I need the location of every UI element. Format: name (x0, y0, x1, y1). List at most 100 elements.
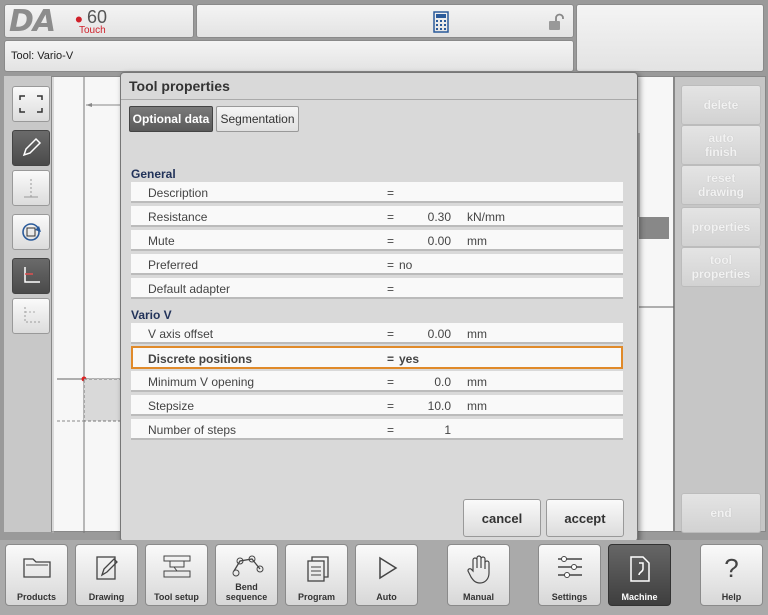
row-label: Number of steps (148, 423, 237, 437)
folder-icon (22, 553, 52, 584)
nav-machine[interactable]: Machine (608, 544, 671, 606)
tab-optional-data[interactable]: Optional data (129, 106, 213, 132)
reset-drawing-button[interactable]: reset drawing (681, 165, 761, 205)
row-equals: = (387, 210, 395, 224)
pencil-button[interactable] (12, 130, 50, 166)
row-equals: = (387, 352, 395, 366)
row-equals: = (387, 399, 395, 413)
row-discrete-positions[interactable]: Discrete positions = yes (131, 346, 623, 369)
row-unit: mm (467, 327, 487, 341)
pencil-icon (22, 137, 42, 157)
dimension-icon (24, 179, 38, 198)
logo-box: DA • 60 Touch (4, 4, 194, 39)
row-resistance[interactable]: Resistance = 0.30 kN/mm (131, 206, 623, 227)
zoom-fit-button[interactable] (12, 86, 50, 122)
settings-icon (554, 553, 586, 586)
nav-products[interactable]: Products (5, 544, 68, 606)
right-panel: delete auto finish reset drawing propert… (674, 76, 766, 533)
row-label: Resistance (148, 210, 208, 224)
row-number-of-steps[interactable]: Number of steps = 1 (131, 419, 623, 440)
row-default-adapter[interactable]: Default adapter = (131, 278, 623, 299)
row-minimum-v-opening[interactable]: Minimum V opening = 0.0 mm (131, 371, 623, 392)
title-box (196, 4, 574, 38)
nav-label: Program (297, 592, 335, 602)
row-label: Minimum V opening (148, 375, 255, 389)
row-equals: = (387, 234, 395, 248)
row-value: 1 (444, 423, 451, 437)
dialog-title-divider (121, 99, 637, 100)
row-value: 0.30 (427, 210, 451, 224)
row-preferred[interactable]: Preferred = no (131, 254, 623, 275)
tool-setup-icon (160, 553, 194, 586)
left-toolbar (4, 76, 52, 532)
nav-label: Manual (462, 592, 494, 602)
unlock-icon[interactable] (547, 13, 565, 36)
row-equals: = (387, 327, 395, 341)
nav-bend-sequence[interactable]: Bend sequence (215, 544, 278, 606)
row-equals: = (387, 258, 395, 272)
row-value: 0.00 (427, 234, 451, 248)
tool-properties-dialog: Tool properties Optional data Segmentati… (120, 72, 638, 542)
nav-help[interactable]: ? Help (700, 544, 763, 606)
nav-label: Machine (621, 592, 658, 602)
row-unit: kN/mm (467, 210, 505, 224)
calculator-icon[interactable] (433, 11, 449, 38)
row-label: Preferred (148, 258, 199, 272)
rotate-icon (22, 223, 41, 241)
axis-offset-button[interactable] (12, 298, 50, 334)
play-icon (372, 553, 402, 588)
row-label: Mute (148, 234, 175, 248)
tab-segmentation[interactable]: Segmentation (216, 106, 299, 132)
row-equals: = (387, 375, 395, 389)
row-value: yes (399, 352, 420, 366)
nav-manual[interactable]: Manual (447, 544, 510, 606)
rotate-button[interactable] (12, 214, 50, 250)
nav-program[interactable]: Program (285, 544, 348, 606)
nav-label: Tool setup (154, 592, 199, 602)
row-mute[interactable]: Mute = 0.00 mm (131, 230, 623, 251)
row-label: Description (148, 186, 209, 200)
program-icon (302, 553, 332, 588)
dialog-title: Tool properties (129, 78, 230, 94)
tool-label-box: Tool: Vario-V (4, 40, 574, 72)
dimension-button[interactable] (12, 170, 50, 206)
row-equals: = (387, 423, 395, 437)
logo-sub: Touch (79, 25, 106, 36)
axis-button[interactable] (12, 258, 50, 294)
nav-label: Products (16, 592, 56, 602)
row-description[interactable]: Description = (131, 182, 623, 203)
row-unit: mm (467, 234, 487, 248)
end-button[interactable]: end (681, 493, 761, 533)
row-value: 0.00 (427, 327, 451, 341)
row-label: Default adapter (148, 282, 231, 296)
row-equals: = (387, 186, 395, 200)
cancel-button[interactable]: cancel (463, 499, 541, 537)
nav-tool-setup[interactable]: Tool setup (145, 544, 208, 606)
logo: DA (9, 4, 56, 39)
nav-label: Bend sequence (225, 582, 268, 602)
row-unit: mm (467, 375, 487, 389)
hand-icon (464, 553, 494, 590)
nav-drawing[interactable]: Drawing (75, 544, 138, 606)
bend-sequence-icon (230, 549, 264, 582)
row-v-axis-offset[interactable]: V axis offset = 0.00 mm (131, 323, 623, 344)
auto-finish-button[interactable]: auto finish (681, 125, 761, 165)
section-general-title: General (131, 167, 176, 181)
nav-label: Drawing (88, 592, 125, 602)
top-right-box (576, 4, 764, 72)
row-value: 10.0 (427, 399, 451, 413)
delete-button[interactable]: delete (681, 85, 761, 125)
row-label: V axis offset (148, 327, 214, 341)
section-vario-v-title: Vario V (131, 308, 172, 322)
accept-button[interactable]: accept (546, 499, 624, 537)
nav-auto[interactable]: Auto (355, 544, 418, 606)
nav-label: Settings (551, 592, 588, 602)
row-stepsize[interactable]: Stepsize = 10.0 mm (131, 395, 623, 416)
frame-icon (19, 95, 43, 113)
row-unit: mm (467, 399, 487, 413)
tool-properties-button[interactable]: tool properties (681, 247, 761, 287)
row-value: no (399, 258, 413, 272)
properties-button[interactable]: properties (681, 207, 761, 247)
help-icon: ? (724, 553, 739, 583)
nav-settings[interactable]: Settings (538, 544, 601, 606)
